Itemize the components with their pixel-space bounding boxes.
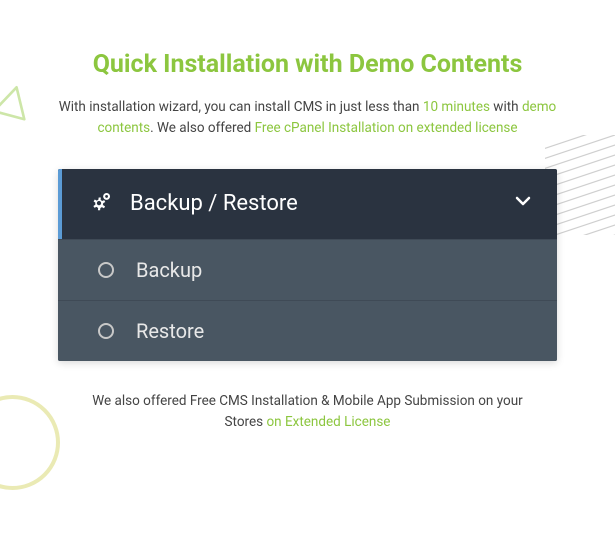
footer-highlight-license: on Extended License [266,414,390,430]
intro-segment: with [490,99,522,115]
chevron-down-icon [513,191,533,217]
page-title: Quick Installation with Demo Contents [50,50,565,79]
panel-header-backup-restore[interactable]: Backup / Restore [58,169,557,239]
intro-highlight-minutes: 10 minutes [423,99,490,115]
panel-header-title: Backup / Restore [130,191,513,216]
intro-segment: With installation wizard, you can instal… [59,99,423,115]
gears-icon [86,191,112,217]
backup-restore-panel: Backup / Restore Backup Restore [58,169,557,361]
panel-item-label: Restore [136,319,204,343]
panel-item-restore[interactable]: Restore [58,300,557,361]
circle-icon [98,262,114,278]
circle-icon [98,323,114,339]
intro-text: With installation wizard, you can instal… [50,97,565,139]
intro-segment: . We also offered [150,120,255,136]
intro-highlight-cpanel: Free cPanel Installation on extended lic… [255,120,518,136]
panel-item-label: Backup [136,258,202,282]
panel-item-backup[interactable]: Backup [58,239,557,300]
footer-text: We also offered Free CMS Installation & … [50,391,565,433]
